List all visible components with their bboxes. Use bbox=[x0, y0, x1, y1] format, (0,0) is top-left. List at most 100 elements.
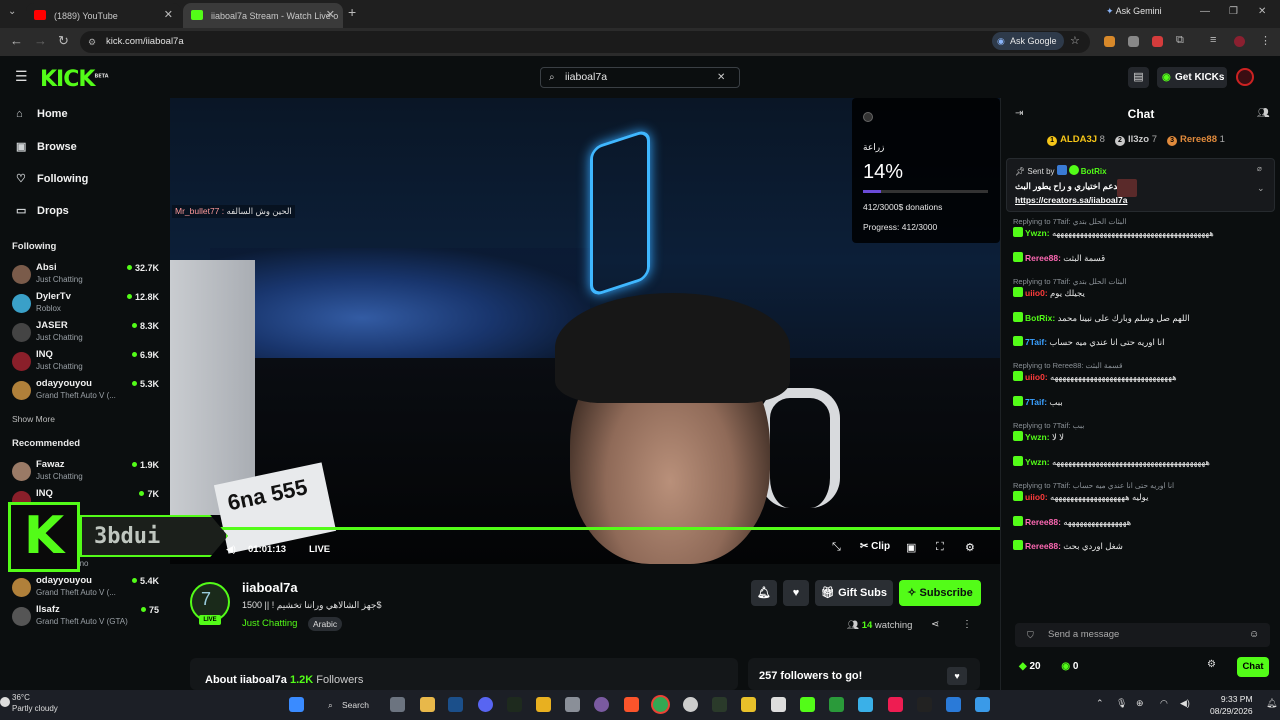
picture-in-picture-icon[interactable]: ▣ bbox=[906, 541, 916, 554]
sidebar-channel-jaser[interactable]: JASER Just Chatting 8.3K bbox=[12, 320, 162, 348]
sidebar-channel-fawaz[interactable]: Fawaz Just Chatting 1.9K bbox=[12, 459, 162, 487]
forward-icon[interactable]: → bbox=[34, 33, 47, 48]
live-indicator[interactable]: LIVE bbox=[309, 544, 330, 555]
chat-username[interactable]: 7Taif: bbox=[1025, 337, 1047, 347]
volume-icon[interactable]: ◀) bbox=[226, 544, 236, 555]
chat-message[interactable]: Replying to 7Taif: ببب Ywzn: لا لا bbox=[1013, 420, 1275, 443]
chat-message[interactable]: BotRix: اللهم صل وسلم وبارك على نبينا مح… bbox=[1013, 312, 1275, 324]
app-icon[interactable] bbox=[829, 697, 844, 712]
follow-heart-icon[interactable]: ♥ bbox=[947, 667, 967, 685]
subscribe-button[interactable]: ✧ Subscribe bbox=[899, 580, 981, 606]
ask-google-button[interactable]: ◉ Ask Google bbox=[992, 32, 1064, 50]
kick-logo[interactable]: KICKBETA bbox=[40, 67, 109, 92]
extensions-puzzle-icon[interactable]: ⧉ bbox=[1176, 34, 1184, 47]
app-icon[interactable] bbox=[507, 697, 522, 712]
send-chat-button[interactable]: Chat bbox=[1237, 657, 1269, 677]
extension-icon[interactable] bbox=[1152, 36, 1163, 47]
system-clock[interactable]: 9:33 PM 08/29/2026 bbox=[1210, 693, 1253, 717]
chrome-icon[interactable] bbox=[653, 697, 668, 712]
chat-username[interactable]: BotRix: bbox=[1025, 313, 1055, 323]
settings-app-icon[interactable] bbox=[565, 697, 580, 712]
channel-name[interactable]: iiaboal7a bbox=[242, 580, 298, 595]
chat-username[interactable]: uiio0: bbox=[1025, 372, 1048, 382]
clear-search-icon[interactable]: ✕ bbox=[717, 68, 725, 87]
sidebar-item-home[interactable]: ⌂ Home bbox=[16, 108, 68, 120]
app-icon[interactable] bbox=[594, 697, 609, 712]
app-icon[interactable] bbox=[536, 697, 551, 712]
media-control-icon[interactable]: ≡ bbox=[1210, 34, 1216, 46]
chat-username[interactable]: Reree88: bbox=[1025, 517, 1061, 527]
chat-username[interactable]: Ywzn: bbox=[1025, 228, 1050, 238]
weather-widget[interactable]: 36°C Partly cloudy bbox=[12, 692, 58, 714]
notifications-icon[interactable]: 🔔︎ bbox=[1266, 698, 1277, 709]
file-explorer-icon[interactable] bbox=[420, 697, 435, 712]
tiktok-icon[interactable] bbox=[888, 697, 903, 712]
taskbar-search[interactable]: ⌕ Search bbox=[324, 695, 384, 715]
brave-icon[interactable] bbox=[624, 697, 639, 712]
ask-gemini-button[interactable]: ✦ Ask Gemini bbox=[1106, 6, 1162, 17]
show-more-link[interactable]: Show More bbox=[12, 414, 55, 424]
shield-extension-icon[interactable] bbox=[1128, 36, 1139, 47]
sidebar-channel-odayyouyou[interactable]: odayyouyou Grand Theft Auto V (... 5.4K bbox=[12, 575, 162, 603]
sidebar-channel-inq[interactable]: INQ Just Chatting 6.9K bbox=[12, 349, 162, 377]
sidebar-channel-absi[interactable]: Absi Just Chatting 32.7K bbox=[12, 262, 162, 290]
chat-message[interactable]: Replying to 7Taif: البثات الحلل بتدي Ywzn… bbox=[1013, 216, 1275, 239]
chat-input[interactable]: ⛉ Send a message ☺ bbox=[1015, 623, 1270, 647]
microphone-icon[interactable]: 🎙︎ bbox=[1116, 698, 1127, 709]
app-icon[interactable] bbox=[858, 697, 873, 712]
chat-users-icon[interactable]: 👥︎ bbox=[1257, 108, 1270, 119]
app-icon[interactable] bbox=[741, 697, 756, 712]
app-icon[interactable] bbox=[683, 697, 698, 712]
wifi-icon[interactable]: ◠ bbox=[1160, 698, 1168, 709]
chat-message[interactable]: Replying to 7Taif: انا اوريه حتى انا عند… bbox=[1013, 480, 1275, 503]
close-tab-icon[interactable]: ✕ bbox=[326, 8, 335, 21]
gift-subs-button[interactable]: 🎁︎ Gift Subs bbox=[815, 580, 893, 606]
share-icon[interactable]: ⋖ bbox=[931, 619, 939, 630]
site-info-icon[interactable]: ⚙ bbox=[88, 31, 96, 53]
steam-icon[interactable] bbox=[448, 697, 463, 712]
chat-settings-icon[interactable]: ⚙ bbox=[1207, 659, 1216, 670]
sidebar-item-following[interactable]: ♡ Following bbox=[16, 172, 88, 185]
tab-list-icon[interactable]: ⌄ bbox=[8, 6, 16, 17]
sidebar-channel-ilsafz[interactable]: Ilsafz Grand Theft Auto V (GTA) 75 bbox=[12, 604, 162, 632]
back-icon[interactable]: ← bbox=[10, 33, 23, 48]
sidebar-channel-odayyouyou[interactable]: odayyouyou Grand Theft Auto V (... 5.3K bbox=[12, 378, 162, 406]
pinned-link[interactable]: https://creators.sa/iiaboal7a bbox=[1015, 195, 1127, 205]
chat-username[interactable]: uiio0: bbox=[1025, 288, 1048, 298]
maximize-icon[interactable]: ❐ bbox=[1229, 6, 1238, 17]
app-icon[interactable] bbox=[917, 697, 932, 712]
hamburger-menu-icon[interactable]: ☰ bbox=[15, 68, 28, 85]
extension-icon[interactable] bbox=[1104, 36, 1115, 47]
stream-category[interactable]: Just Chatting bbox=[242, 618, 297, 629]
more-options-icon[interactable]: ⋮ bbox=[962, 619, 972, 630]
user-avatar[interactable] bbox=[1236, 68, 1254, 86]
get-kicks-button[interactable]: ◉ Get KICKs bbox=[1157, 67, 1227, 88]
chat-username[interactable]: Ywzn: bbox=[1025, 432, 1050, 442]
top-gifter[interactable]: 3 Reree88 1 bbox=[1167, 134, 1225, 146]
close-tab-icon[interactable]: ✕ bbox=[164, 8, 173, 21]
theater-mode-icon[interactable]: ⤡ bbox=[832, 541, 841, 554]
chat-message[interactable]: Reree88: قسمة البثت bbox=[1013, 252, 1275, 264]
chat-message[interactable]: 7Taif: انا اوريه حتى انا عندي ميه حساب bbox=[1013, 336, 1275, 348]
top-gifter[interactable]: 2 Il3zo 7 bbox=[1114, 134, 1157, 146]
app-icon[interactable] bbox=[712, 697, 727, 712]
discord-icon[interactable] bbox=[478, 697, 493, 712]
browser-menu-icon[interactable]: ⋮ bbox=[1260, 34, 1271, 47]
chat-message[interactable]: Replying to 7Taif: البثات الحلل بتدي uiio… bbox=[1013, 276, 1275, 299]
chat-message[interactable]: Reree88: شغل اوردي بحث bbox=[1013, 540, 1275, 552]
chat-message[interactable]: Replying to Reree88: قسمة البثت uiio0: هه… bbox=[1013, 360, 1275, 383]
sidebar-channel-dylertv[interactable]: DylerTv Roblox 12.8K bbox=[12, 291, 162, 319]
tab-youtube[interactable]: (1889) YouTube ✕ bbox=[26, 3, 181, 28]
sidebar-item-browse[interactable]: ▣ Browse bbox=[16, 140, 77, 153]
chevron-down-icon[interactable]: ⌄ bbox=[1257, 183, 1265, 194]
address-bar[interactable]: ⚙ kick.com/iiaboal7a bbox=[80, 31, 1090, 53]
minimize-icon[interactable]: — bbox=[1200, 6, 1210, 17]
profile-avatar-icon[interactable] bbox=[1234, 36, 1245, 47]
chat-username[interactable]: 7Taif: bbox=[1025, 397, 1047, 407]
settings-gear-icon[interactable]: ⚙ bbox=[965, 541, 975, 554]
kick-app-icon[interactable] bbox=[800, 697, 815, 712]
reload-icon[interactable]: ↻ bbox=[58, 33, 69, 49]
tray-chevron-up-icon[interactable]: ⌃ bbox=[1096, 698, 1104, 709]
windows-start-icon[interactable] bbox=[289, 697, 304, 712]
chat-username[interactable]: uiio0: bbox=[1025, 492, 1048, 502]
